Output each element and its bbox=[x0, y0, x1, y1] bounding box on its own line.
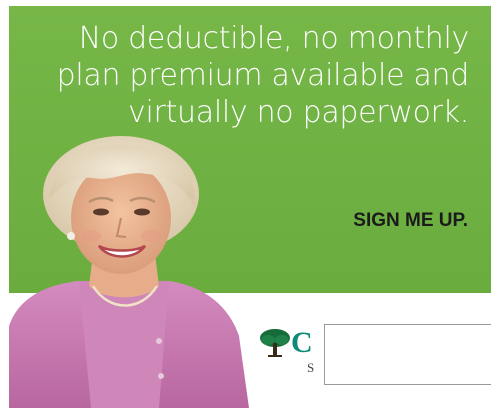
ad-headline: No deductible, no monthly plan premium a… bbox=[29, 20, 470, 131]
headline-line-1: No deductible, no monthly bbox=[78, 21, 470, 56]
logo-subtext-partial: S bbox=[307, 360, 315, 375]
headline-line-2: plan premium available and bbox=[56, 58, 470, 93]
smiling-woman-photo bbox=[9, 136, 249, 408]
sign-me-up-button[interactable]: SIGN ME UP. bbox=[353, 210, 468, 232]
tree-logo-icon bbox=[260, 329, 290, 357]
blank-overlay-box bbox=[324, 324, 491, 385]
headline-line-3: virtually no paperwork. bbox=[128, 95, 469, 130]
insurance-banner-ad[interactable]: No deductible, no monthly plan premium a… bbox=[9, 6, 491, 408]
logo-wordmark-partial: C bbox=[291, 326, 313, 359]
